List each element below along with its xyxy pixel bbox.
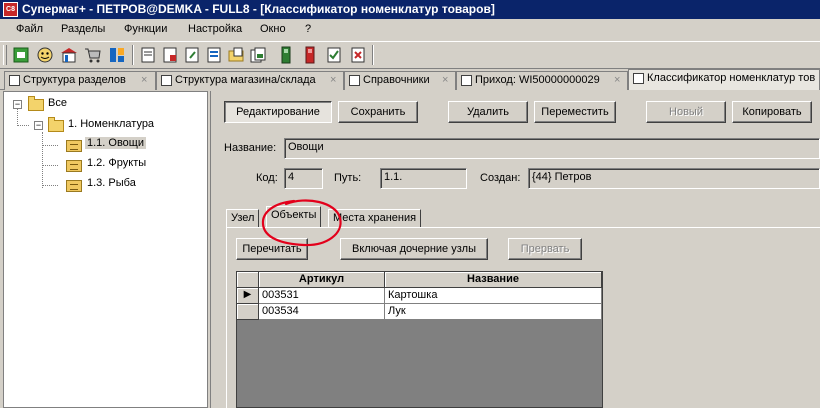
created-label: Создан: [480, 172, 521, 184]
document-tabs: Структура разделов × Структура магазина/… [0, 69, 820, 90]
classifier-tree[interactable]: − Все − 1. Номенклатура 1.1. Овощи 1.2. … [3, 91, 208, 408]
cart-icon[interactable] [84, 46, 102, 64]
move-button[interactable]: Переместить [534, 101, 616, 123]
tree-line [42, 132, 43, 188]
doc-x-icon[interactable] [349, 46, 367, 64]
close-icon[interactable]: × [141, 74, 147, 86]
title-bar: C8 Супермаг+ - ПЕТРОВ@DEMKA - FULL8 - [К… [0, 0, 820, 19]
tree-line [17, 125, 29, 126]
name-label: Название: [224, 142, 277, 154]
red-device-icon[interactable] [301, 46, 319, 64]
new-button[interactable]: Новый [646, 101, 726, 123]
menu-help[interactable]: ? [305, 23, 311, 35]
doc-in-icon[interactable] [161, 46, 179, 64]
close-icon[interactable]: × [330, 74, 336, 86]
menu-bar: Файл Разделы Функции Настройка Окно ? [0, 19, 820, 41]
current-row-icon[interactable]: ▶ [237, 288, 259, 304]
structure-icon [9, 75, 20, 86]
menu-window[interactable]: Окно [260, 23, 286, 35]
menu-functions[interactable]: Функции [124, 23, 167, 35]
table-row-article[interactable]: 003534 [259, 304, 385, 320]
group-icon [66, 140, 82, 152]
table-row-name[interactable]: Лук [385, 304, 602, 320]
store-icon[interactable] [60, 46, 78, 64]
folder-icon [28, 96, 44, 111]
refresh-icon[interactable] [12, 46, 30, 64]
toolbar [0, 41, 820, 69]
table-row-article[interactable]: 003531 [259, 288, 385, 304]
face-icon[interactable] [36, 46, 54, 64]
window-title: Супермаг+ - ПЕТРОВ@DEMKA - FULL8 - [Клас… [22, 2, 495, 16]
doc-tab-references[interactable]: Справочники × [344, 71, 456, 90]
refresh-button[interactable]: Перечитать [236, 238, 308, 260]
tree-node-fish[interactable]: 1.3. Рыба [87, 177, 136, 189]
app-logo-icon: C8 [3, 2, 18, 17]
save-button[interactable]: Сохранить [338, 101, 418, 123]
doc-tab-classifier[interactable]: Классификатор номенклатур тов [628, 69, 820, 90]
doc-copy-icon[interactable] [249, 46, 267, 64]
doc-tab-structure-sections[interactable]: Структура разделов × [4, 71, 156, 90]
copy-button[interactable]: Копировать [732, 101, 812, 123]
objects-grid[interactable]: Артикул Название ▶ 003531 Картошка 00353… [236, 271, 603, 408]
toolbar-grip[interactable] [3, 45, 7, 65]
stop-button[interactable]: Прервать [508, 238, 582, 260]
doc-tab-label: Классификатор номенклатур тов [647, 72, 816, 84]
tab-node[interactable]: Узел [226, 209, 260, 228]
collapse-toggle[interactable]: − [34, 121, 43, 130]
tree-node-fruits[interactable]: 1.2. Фрукты [87, 157, 146, 169]
doc-icon [461, 75, 472, 86]
doc-tab-receipt[interactable]: Приход: WI50000000029 × [456, 71, 628, 90]
code-field[interactable]: 4 [284, 168, 323, 189]
delete-button[interactable]: Удалить [448, 101, 528, 123]
include-children-button[interactable]: Включая дочерние узлы [340, 238, 488, 260]
menu-file[interactable]: Файл [16, 23, 43, 35]
doc-folder-icon[interactable] [227, 46, 245, 64]
close-icon[interactable]: × [442, 74, 448, 86]
doc-tab-label: Структура разделов [23, 74, 126, 86]
group-icon [66, 160, 82, 172]
tree-node-nomenclature[interactable]: 1. Номенклатура [68, 118, 154, 130]
tree-node-all[interactable]: Все [48, 97, 67, 109]
tab-storage-places[interactable]: Места хранения [328, 209, 422, 228]
tree-icon [633, 73, 644, 84]
toolbar-separator [372, 45, 374, 65]
group-icon [66, 180, 82, 192]
collapse-toggle[interactable]: − [13, 100, 22, 109]
green-device-icon[interactable] [277, 46, 295, 64]
path-label: Путь: [334, 172, 362, 184]
blocks-icon[interactable] [108, 46, 126, 64]
menu-sections[interactable]: Разделы [61, 23, 105, 35]
tree-line [42, 185, 58, 186]
grid-corner [237, 272, 259, 288]
name-field[interactable]: Овощи [284, 138, 820, 159]
tree-line [42, 165, 58, 166]
close-icon[interactable]: × [614, 74, 620, 86]
doc-icon[interactable] [139, 46, 157, 64]
doc-list-icon[interactable] [205, 46, 223, 64]
tree-line [42, 145, 58, 146]
folder-icon [48, 117, 64, 132]
menu-settings[interactable]: Настройка [188, 23, 242, 35]
tree-line [17, 106, 18, 126]
doc-tab-label: Приход: WI50000000029 [475, 74, 600, 86]
edit-button[interactable]: Редактирование [224, 101, 332, 123]
book-icon [349, 75, 360, 86]
column-header-name[interactable]: Название [385, 272, 602, 288]
doc-tab-label: Справочники [363, 74, 430, 86]
path-field[interactable]: 1.1. [380, 168, 467, 189]
tab-objects[interactable]: Объекты [266, 206, 322, 228]
doc-check-icon[interactable] [325, 46, 343, 64]
code-label: Код: [256, 172, 278, 184]
toolbar-separator [132, 45, 134, 65]
column-header-article[interactable]: Артикул [259, 272, 385, 288]
tree-node-vegetables[interactable]: 1.1. Овощи [85, 137, 146, 149]
cart-icon [161, 75, 172, 86]
row-indicator[interactable] [237, 304, 259, 320]
created-field[interactable]: {44} Петров [528, 168, 820, 189]
table-row-name[interactable]: Картошка [385, 288, 602, 304]
doc-tab-label: Структура магазина/склада [175, 74, 316, 86]
doc-out-icon[interactable] [183, 46, 201, 64]
doc-tab-store-structure[interactable]: Структура магазина/склада × [156, 71, 344, 90]
